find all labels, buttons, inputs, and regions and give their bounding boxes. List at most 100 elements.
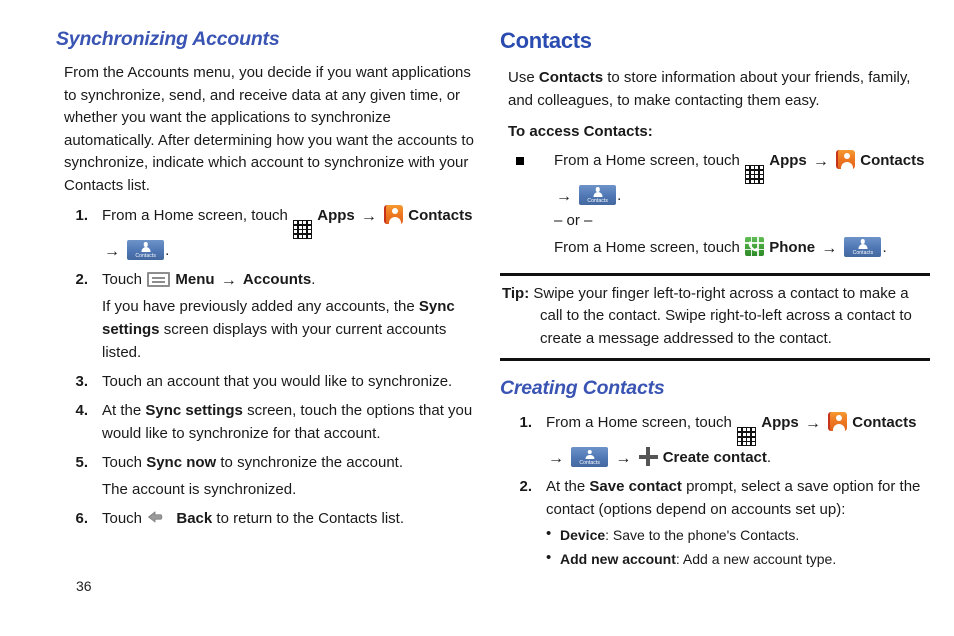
step-text: From a Home screen, touch [102,207,288,224]
step-text: At the [546,478,586,496]
create-contact-label: Create contact [662,449,767,467]
menu-icon [147,271,171,287]
step-trailing-period: . [311,270,316,288]
step-trailing-period: . [766,449,772,467]
contacts-tab-icon: Contacts [844,236,882,257]
list-item: Device: Save to the phone's Contacts. [546,523,930,546]
phone-app-icon [745,236,765,256]
contacts-tab-icon: Contacts [579,184,617,205]
step-item: 2. Touch Menu → Accounts. If you have pr… [56,268,476,364]
contacts-label: Contacts [408,207,473,224]
step-number: 5. [75,453,88,471]
menu-label: Menu [175,270,215,288]
contacts-app-icon [836,150,856,169]
section-heading-synchronizing-accounts: Synchronizing Accounts [56,28,280,50]
list-item: Add new account: Add a new account type. [546,547,930,570]
synchronizing-steps-list: 1. From a Home screen, touch Apps → Cont… [56,204,476,530]
step-number: 6. [75,509,88,527]
step-continuation: If you have previously added any account… [102,295,476,364]
step-number: 2. [519,478,532,496]
intro-paragraph: From the Accounts menu, you decide if yo… [64,64,474,194]
step-item: 2. At the Save contact prompt, select a … [500,475,930,570]
or-separator: – or – [554,211,593,229]
arrow-icon: → [360,208,377,225]
step-continuation: The account is synchronized. [102,480,297,498]
arrow-icon: → [556,187,572,205]
tip-text: Swipe your finger left-to-right across a… [533,284,912,347]
alternate-path: From a Home screen, touch Phone → Contac… [554,236,930,259]
page-number: 36 [76,578,92,594]
apps-grid-icon [745,164,765,184]
accounts-label: Accounts [242,270,312,288]
step-text: Touch [102,509,143,527]
tip-label: Tip: [502,284,530,302]
handset-glyph [748,240,759,252]
step-text-post: to synchronize the account. [220,453,403,471]
apps-label: Apps [761,414,799,432]
contacts-label: Contacts [860,152,925,169]
contacts-bold: Contacts [538,69,604,86]
arrow-icon: → [104,242,120,260]
step-item: 1. From a Home screen, touch Apps → Cont… [56,204,476,262]
option-description: : Save to the phone's Contacts. [605,527,800,544]
step-text: Touch an account that you would like to … [102,372,453,390]
phone-label: Phone [769,238,816,256]
section-heading-contacts: Contacts [500,28,592,53]
contacts-tab-icon: Contacts [127,239,165,260]
contacts-intro-paragraph: Use Contacts to store information about … [500,67,930,112]
access-contacts-bullet-list: From a Home screen, touch Apps → Contact… [500,149,930,259]
step-number: 1. [75,207,88,224]
option-description: : Add a new account type. [675,551,837,568]
save-contact-label: Save contact [589,478,682,496]
step-number: 3. [75,372,88,390]
intro-text-a: Use [508,69,535,86]
alt-trailing-period: . [882,238,887,256]
step-item: 4. At the Sync settings screen, touch th… [56,399,476,445]
option-term: Device [560,527,606,544]
contacts-app-icon [384,205,404,224]
apps-label: Apps [317,207,355,224]
contacts-app-icon [828,412,848,432]
contacts-tab-icon: Contacts [571,447,609,468]
arrow-icon: → [804,415,821,433]
tip-callout-box: Tip: Swipe your finger left-to-right acr… [500,272,930,362]
square-bullet-icon [516,157,524,165]
creating-contacts-steps-list: 1. From a Home screen, touch Apps → Cont… [500,411,930,570]
left-column: Synchronizing Accounts From the Accounts… [56,28,476,536]
step-text-post: to return to the Contacts list. [216,509,404,527]
step-number: 2. [75,270,88,288]
step-number: 1. [519,414,532,432]
step-text: Touch [102,270,143,288]
bullet-trailing-period: . [617,186,622,204]
apps-grid-icon [293,219,313,239]
step-text: From a Home screen, touch [546,414,732,432]
option-term: Add new account [560,551,676,568]
alt-text: From a Home screen, touch [554,238,740,256]
to-access-contacts-subhead: To access Contacts: [508,123,653,140]
step-item: 1. From a Home screen, touch Apps → Cont… [500,411,930,469]
apps-grid-icon [737,427,757,447]
arrow-icon: → [615,450,632,468]
right-column: Contacts Use Contacts to store informati… [500,28,930,576]
back-label: Back [176,509,213,527]
arrow-icon: → [548,450,564,468]
contacts-label: Contacts [852,414,917,432]
bullet-text: From a Home screen, touch [554,152,740,169]
section-heading-creating-contacts: Creating Contacts [500,377,665,400]
sync-settings-label: Sync settings [145,401,243,419]
list-item: From a Home screen, touch Apps → Contact… [500,149,930,259]
continuation-text-a: If you have previously added any account… [102,297,415,315]
tip-text-block: Tip: Swipe your finger left-to-right acr… [502,283,928,351]
step-text: At the [102,401,142,419]
step-item: 3. Touch an account that you would like … [56,370,476,393]
step-trailing-period: . [165,241,170,259]
step-item: 6. Touch Back to return to the Contacts … [56,507,476,530]
sync-now-label: Sync now [146,453,217,471]
arrow-icon: → [821,239,838,257]
arrow-icon: → [812,153,829,170]
step-text: Touch [102,453,143,471]
step-item: 5. Touch Sync now to synchronize the acc… [56,451,476,501]
save-options-list: Device: Save to the phone's Contacts. Ad… [546,523,930,570]
create-contact-plus-icon [638,447,658,467]
manual-page: Synchronizing Accounts From the Accounts… [0,0,954,636]
